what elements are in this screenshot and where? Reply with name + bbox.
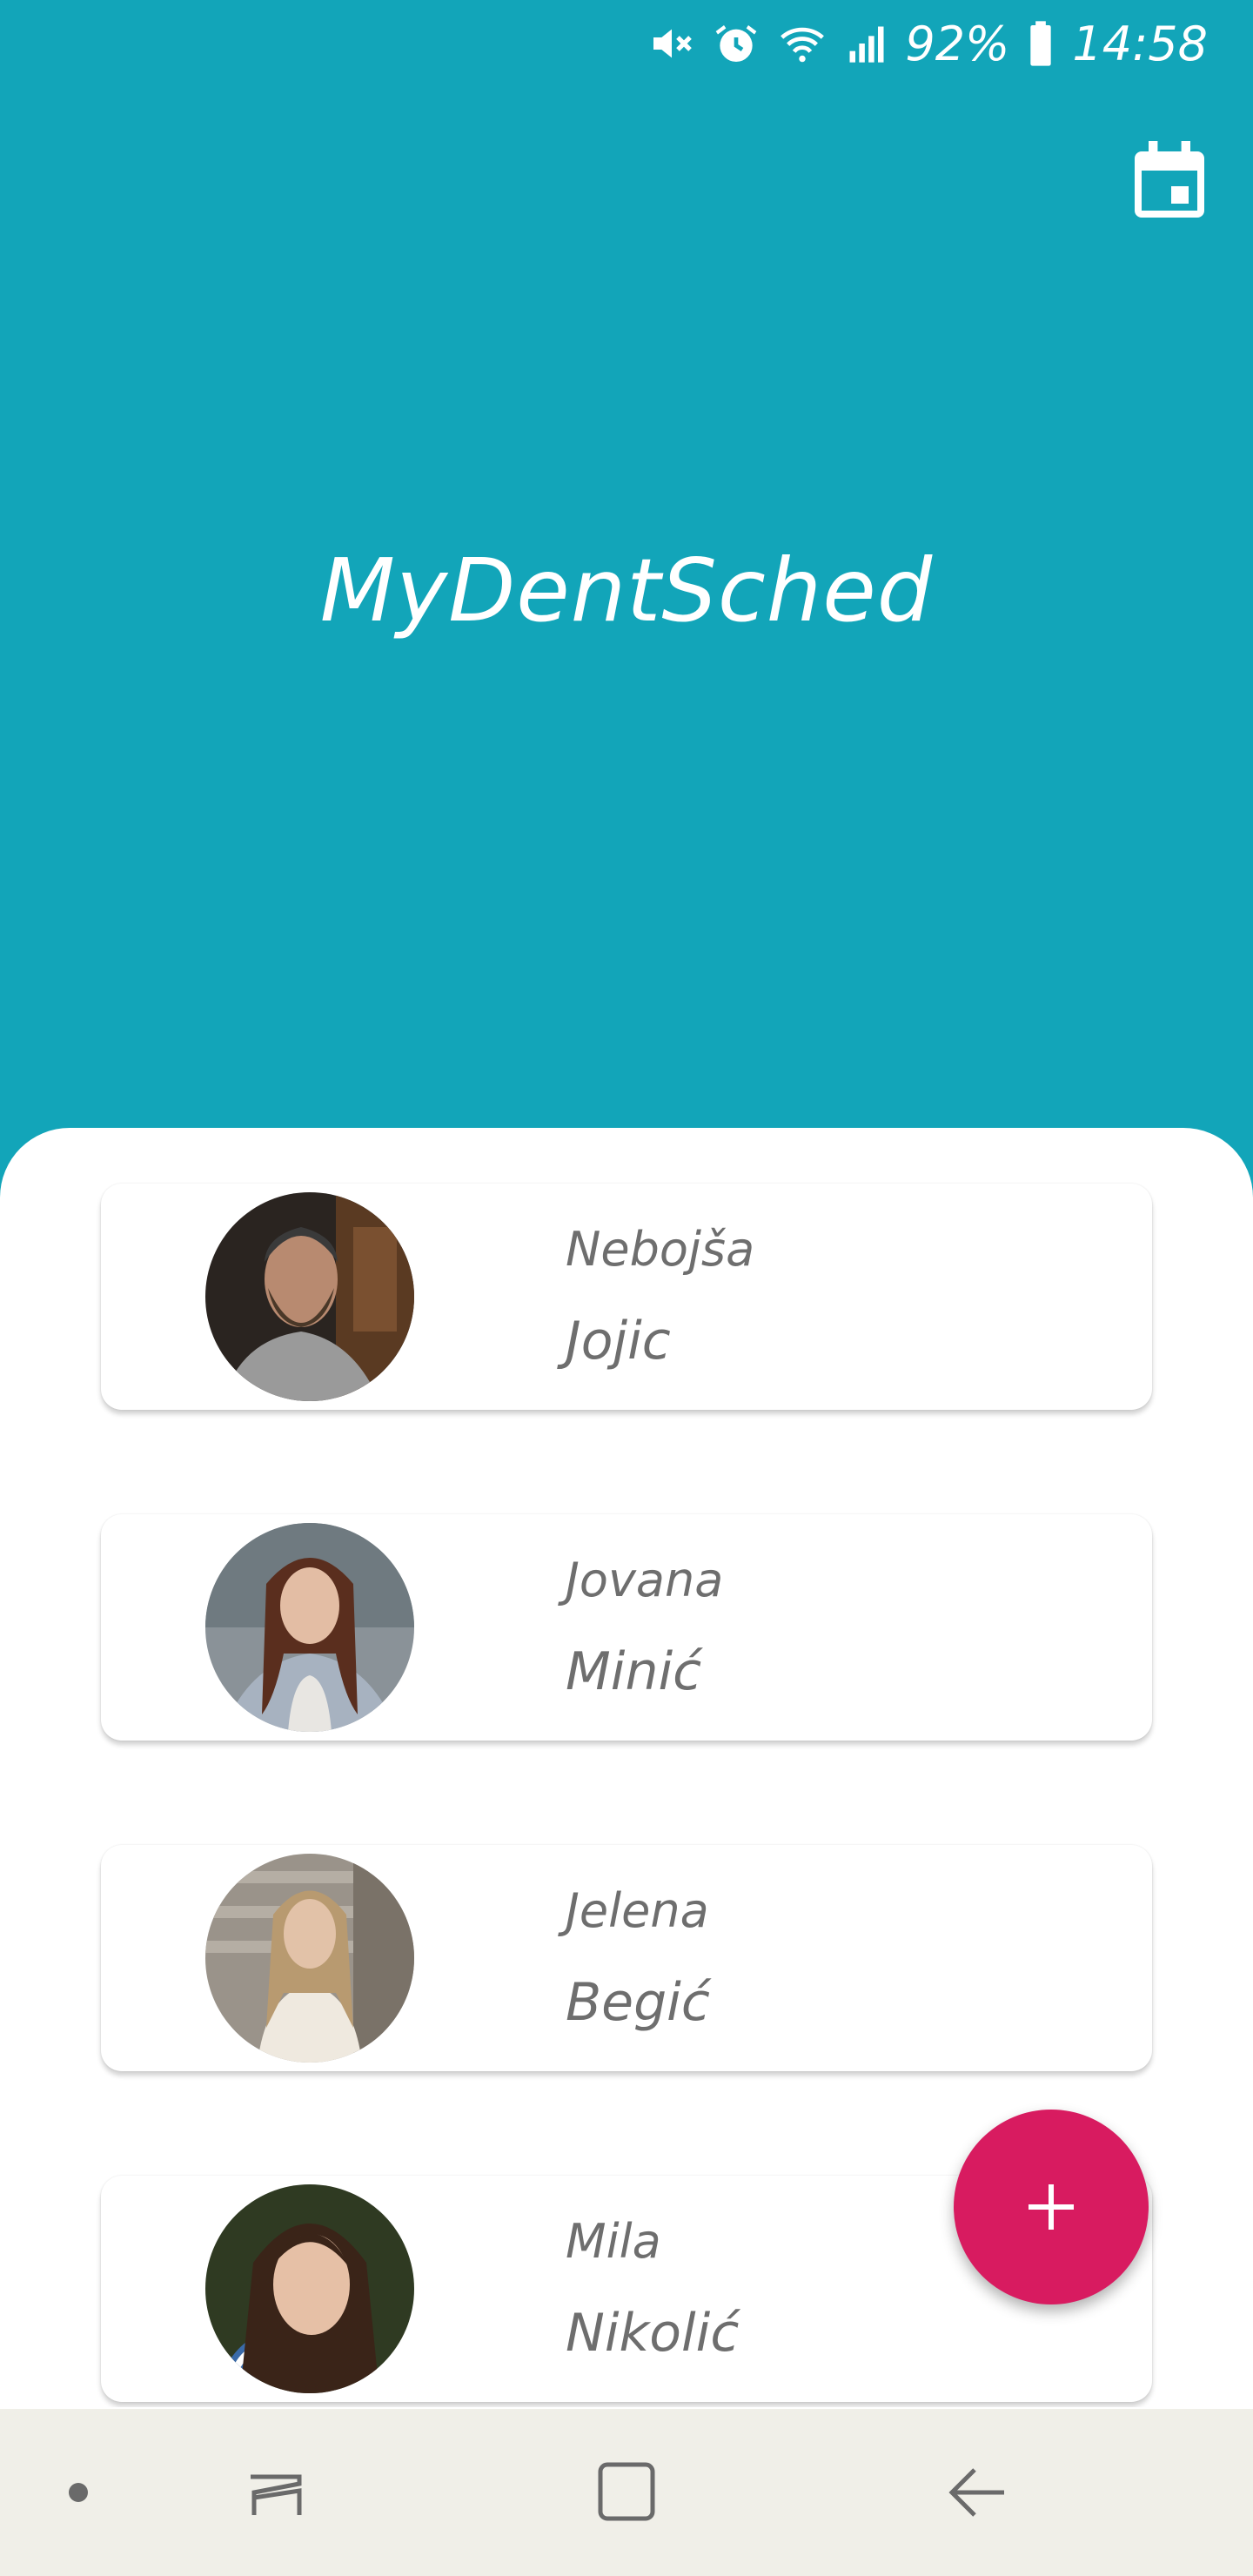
patient-last-name: Minić	[566, 1641, 702, 1702]
patient-card[interactable]: Jelena Begić	[101, 1845, 1152, 2071]
recents-icon	[251, 2474, 302, 2515]
avatar	[205, 1192, 414, 1401]
home-button[interactable]	[578, 2444, 675, 2541]
navigation-bar	[0, 2409, 1253, 2576]
app-header: 92% 14:58 MyDentSched	[0, 0, 1253, 1201]
patient-first-name: Mila	[566, 2214, 661, 2269]
status-icons: 92% 14:58	[647, 16, 1208, 71]
patient-card[interactable]: Nebojša Jojic	[101, 1184, 1152, 1410]
patient-last-name: Jojic	[566, 1311, 671, 1372]
nav-dot-button[interactable]	[30, 2444, 127, 2541]
battery-icon	[1025, 19, 1056, 68]
wifi-icon	[776, 19, 828, 68]
add-patient-button[interactable]	[954, 2110, 1149, 2304]
app-title: MyDentSched	[319, 540, 934, 641]
patient-first-name: Nebojša	[566, 1222, 755, 1277]
mute-icon	[647, 19, 696, 68]
patient-last-name: Nikolić	[566, 2303, 740, 2364]
battery-percent: 92%	[905, 16, 1010, 71]
signal-icon	[844, 19, 889, 68]
dot-icon	[69, 2483, 88, 2502]
calendar-button[interactable]	[1135, 141, 1204, 218]
recents-button[interactable]	[228, 2444, 325, 2541]
patient-first-name: Jovana	[566, 1553, 724, 1607]
calendar-icon	[1135, 141, 1204, 218]
patient-first-name: Jelena	[566, 1883, 709, 1938]
plus-icon	[1029, 2184, 1074, 2230]
avatar	[205, 1854, 414, 2063]
avatar	[205, 1523, 414, 1732]
back-icon	[948, 2468, 1004, 2517]
home-icon	[598, 2462, 655, 2521]
status-bar: 92% 14:58	[0, 0, 1253, 87]
avatar	[205, 2184, 414, 2393]
alarm-icon	[712, 19, 761, 68]
patient-last-name: Begić	[566, 1972, 710, 2033]
clock-time: 14:58	[1072, 16, 1208, 71]
back-button[interactable]	[928, 2444, 1025, 2541]
patient-card[interactable]: Jovana Minić	[101, 1514, 1152, 1741]
